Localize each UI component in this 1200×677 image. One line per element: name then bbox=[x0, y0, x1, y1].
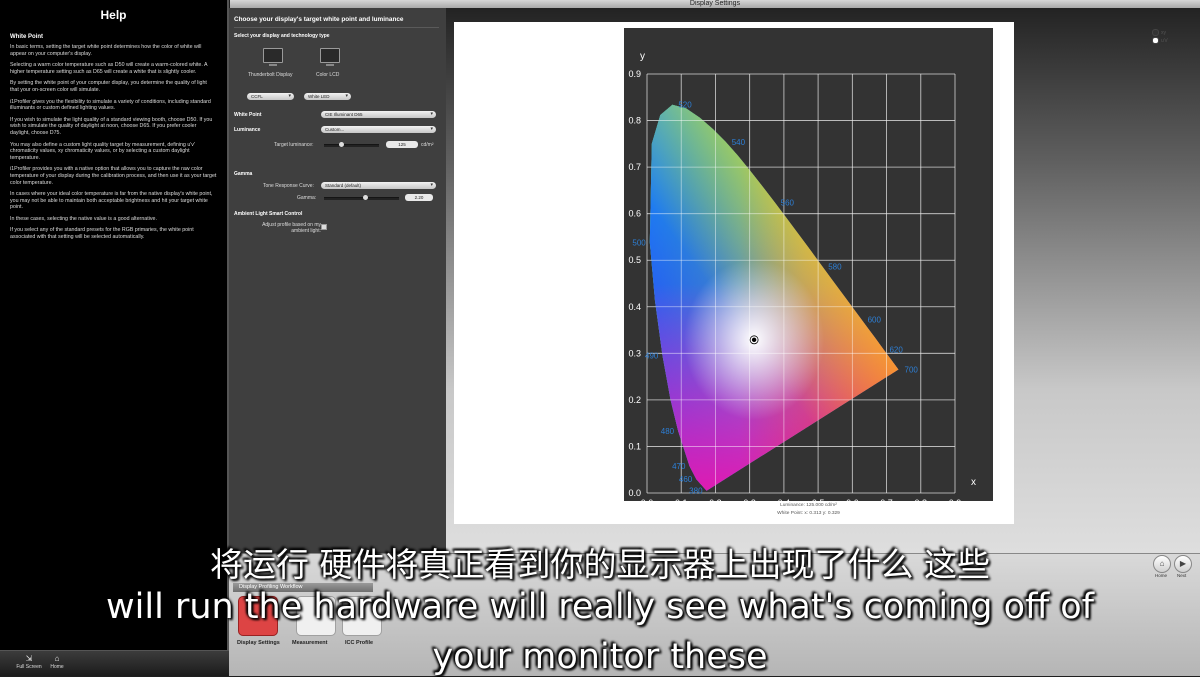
radio-label: u'v' bbox=[1161, 37, 1169, 44]
white-point-caption: White Point: x: 0.313 y: 0.329 bbox=[777, 511, 840, 516]
y-tick-label: 0.3 bbox=[628, 348, 641, 358]
radio-label: xy bbox=[1161, 29, 1166, 36]
wavelength-label: 460 bbox=[679, 475, 693, 484]
wavelength-label: 540 bbox=[732, 138, 746, 147]
radio-dot[interactable] bbox=[1152, 37, 1159, 44]
wavelength-label: 580 bbox=[828, 262, 842, 271]
wavelength-label: 470 bbox=[672, 462, 686, 471]
subtitle-english-line2: your monitor these bbox=[432, 637, 768, 677]
y-tick-label: 0.7 bbox=[628, 162, 641, 172]
white-point-marker bbox=[751, 337, 757, 343]
x-axis-label: x bbox=[971, 477, 976, 488]
radio-dot[interactable] bbox=[1152, 29, 1159, 36]
wavelength-label: 600 bbox=[868, 315, 882, 324]
wavelength-label: 520 bbox=[678, 101, 692, 110]
wavelength-label: 380 bbox=[689, 487, 703, 496]
y-tick-label: 0.0 bbox=[628, 488, 641, 498]
y-tick-label: 0.9 bbox=[628, 69, 641, 79]
y-axis-label: y bbox=[640, 51, 645, 62]
wavelength-label: 490 bbox=[645, 352, 659, 361]
subtitle-chinese: 将运行 硬件将真正看到你的显示器上出现了什么 这些 bbox=[210, 545, 990, 584]
wavelength-label: 620 bbox=[889, 346, 903, 355]
radio-uv[interactable]: u'v' bbox=[1152, 37, 1168, 44]
y-tick-label: 0.1 bbox=[628, 441, 641, 451]
luminance-caption: Luminance: 125.000 cd/m² bbox=[780, 503, 837, 508]
radio-xy[interactable]: xy bbox=[1152, 29, 1166, 36]
wavelength-label: 560 bbox=[781, 198, 795, 207]
wavelength-label: 500 bbox=[632, 239, 646, 248]
wavelength-label: 480 bbox=[661, 427, 675, 436]
wavelength-label: 700 bbox=[905, 366, 919, 375]
subtitle-english-line1: will run the hardware will really see wh… bbox=[106, 587, 1094, 627]
y-tick-label: 0.4 bbox=[628, 302, 641, 312]
y-tick-label: 0.2 bbox=[628, 395, 641, 405]
y-tick-label: 0.5 bbox=[628, 255, 641, 265]
y-tick-label: 0.6 bbox=[628, 209, 641, 219]
y-tick-label: 0.8 bbox=[628, 116, 641, 126]
